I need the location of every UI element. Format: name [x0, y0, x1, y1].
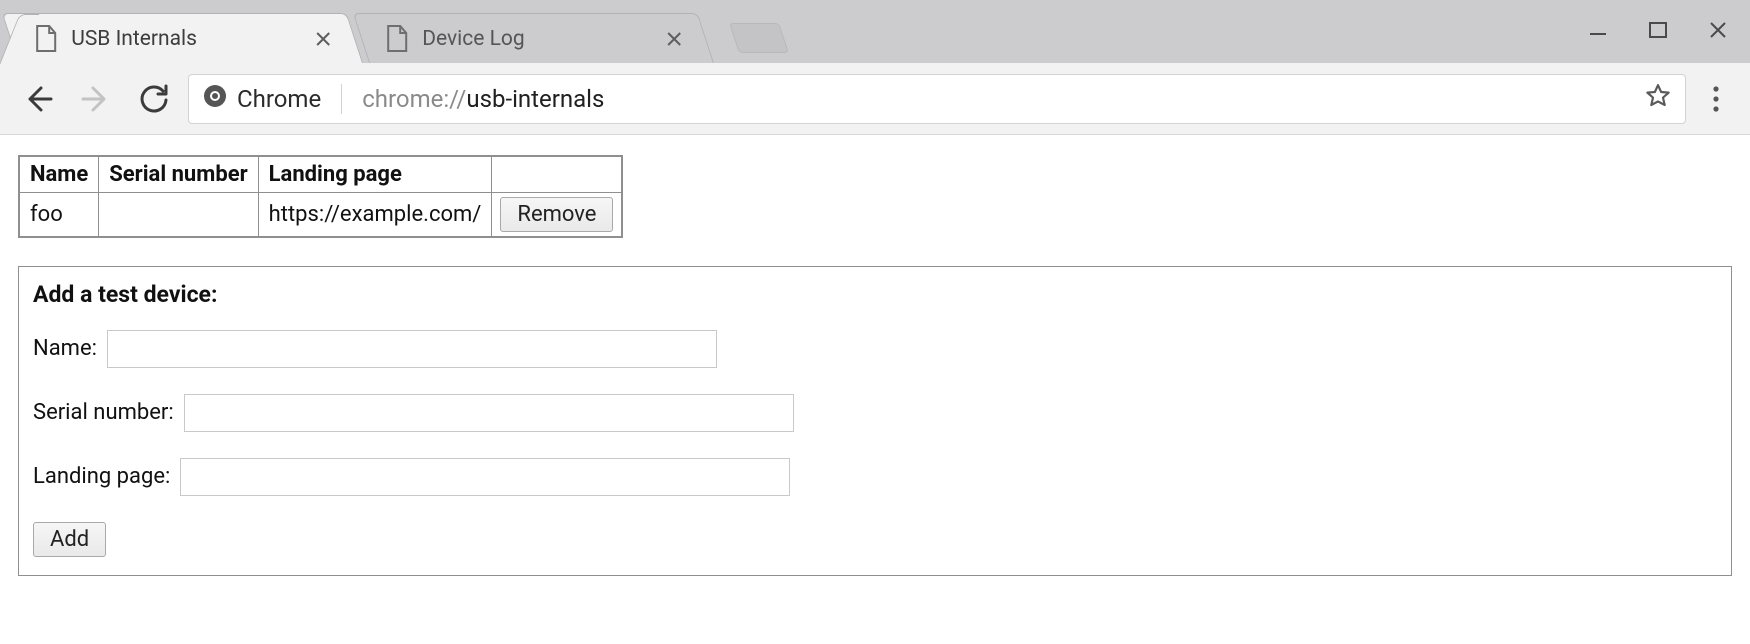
tab-device-log[interactable]: Device Log: [353, 13, 714, 63]
browser-toolbar: Chrome chrome://usb-internals: [0, 63, 1750, 135]
site-identity-label: Chrome: [237, 85, 321, 113]
tab-title: USB Internals: [71, 27, 282, 51]
minimize-button[interactable]: [1584, 16, 1612, 44]
name-label: Name:: [33, 336, 97, 361]
page-content: Name Serial number Landing page foo http…: [0, 135, 1750, 596]
remove-button[interactable]: Remove: [500, 197, 613, 232]
table-header-row: Name Serial number Landing page: [19, 156, 622, 192]
name-input[interactable]: [107, 330, 717, 368]
form-title: Add a test device:: [33, 281, 1717, 308]
form-row-name: Name:: [33, 330, 1717, 368]
devices-table: Name Serial number Landing page foo http…: [18, 155, 623, 238]
close-tab-icon[interactable]: [663, 28, 685, 50]
form-row-serial: Serial number:: [33, 394, 1717, 432]
url-display: chrome://usb-internals: [362, 85, 604, 113]
forward-button[interactable]: [72, 75, 120, 123]
site-identity[interactable]: Chrome: [203, 84, 321, 114]
close-window-button[interactable]: [1704, 16, 1732, 44]
serial-label: Serial number:: [33, 400, 174, 425]
page-icon: [386, 25, 408, 53]
table-row: foo https://example.com/ Remove: [19, 192, 622, 237]
col-action: [492, 156, 623, 192]
landing-input[interactable]: [180, 458, 790, 496]
col-name: Name: [19, 156, 99, 192]
add-button[interactable]: Add: [33, 522, 106, 557]
cell-landing: https://example.com/: [258, 192, 492, 237]
col-serial: Serial number: [99, 156, 258, 192]
add-test-device-form: Add a test device: Name: Serial number: …: [18, 266, 1732, 576]
tab-title: Device Log: [422, 27, 633, 51]
maximize-button[interactable]: [1644, 16, 1672, 44]
tab-usb-internals[interactable]: USB Internals: [2, 13, 363, 63]
tab-strip: USB Internals Device Log: [0, 0, 1750, 63]
cell-action: Remove: [492, 192, 623, 237]
address-bar[interactable]: Chrome chrome://usb-internals: [188, 74, 1686, 124]
serial-input[interactable]: [184, 394, 794, 432]
col-landing: Landing page: [258, 156, 492, 192]
back-button[interactable]: [14, 75, 62, 123]
new-tab-button[interactable]: [729, 23, 789, 53]
browser-menu-button[interactable]: [1696, 85, 1736, 113]
cell-name: foo: [19, 192, 99, 237]
page-icon: [35, 25, 57, 53]
cell-serial: [99, 192, 258, 237]
window-controls: [1584, 16, 1732, 44]
omnibox-divider: [341, 84, 342, 114]
chrome-logo-icon: [203, 84, 227, 114]
reload-button[interactable]: [130, 75, 178, 123]
form-row-landing: Landing page:: [33, 458, 1717, 496]
landing-label: Landing page:: [33, 464, 170, 489]
bookmark-star-icon[interactable]: [1645, 83, 1671, 115]
close-tab-icon[interactable]: [312, 28, 334, 50]
